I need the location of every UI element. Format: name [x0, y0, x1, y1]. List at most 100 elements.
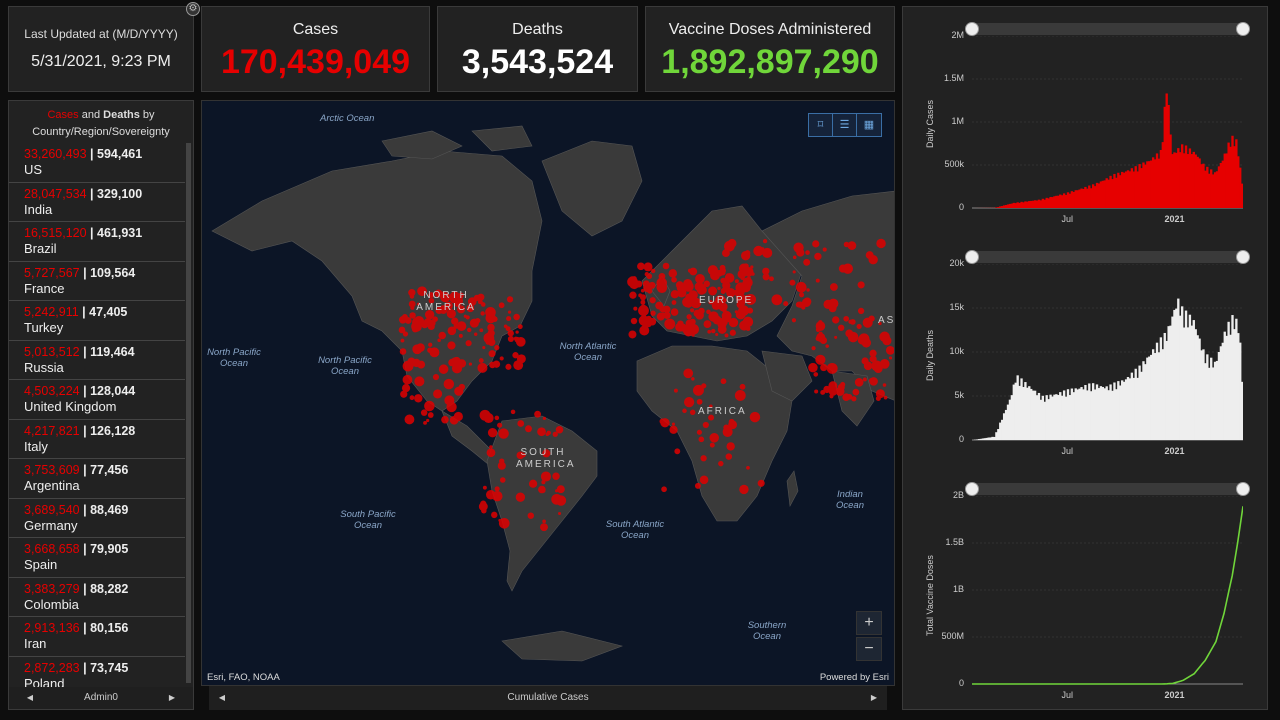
case-dot [673, 388, 678, 393]
list-item[interactable]: 4,503,224 | 128,044 United Kingdom [9, 380, 185, 420]
list-item[interactable]: 3,668,658 | 79,905 Spain [9, 538, 185, 578]
case-dot [482, 485, 487, 490]
case-dot [792, 255, 797, 260]
case-dot [498, 302, 505, 309]
case-dot [552, 472, 560, 480]
list-item[interactable]: 5,013,512 | 119,464 Russia [9, 341, 185, 380]
list-item[interactable]: 4,217,821 | 126,128 Italy [9, 420, 185, 459]
list-scrollbar[interactable] [186, 143, 191, 683]
legend-list-icon[interactable]: ☰ [833, 114, 857, 136]
case-dot [664, 318, 676, 330]
case-dot [451, 317, 459, 325]
slider-start-handle[interactable] [965, 22, 979, 36]
list-item-cases: 2,872,283 [24, 660, 80, 675]
list-item[interactable]: 2,872,283 | 73,745 Poland [9, 657, 185, 688]
chart-y-tick: 0 [958, 434, 964, 444]
case-dot [444, 395, 455, 406]
chart-y-axis-label: Daily Cases [925, 100, 935, 149]
world-map[interactable]: Arctic Ocean North Pacific Ocean North P… [201, 100, 895, 686]
slider-start-handle[interactable] [965, 250, 979, 264]
case-dot [556, 485, 565, 494]
powered-by-esri[interactable]: Powered by Esri [820, 672, 889, 683]
time-range-slider[interactable] [972, 483, 1243, 495]
time-range-slider[interactable] [972, 23, 1243, 35]
cases-title: Cases [292, 21, 339, 38]
country-list[interactable]: 33,260,493 | 594,461 US 28,047,534 | 329,1… [9, 143, 185, 687]
case-dot [675, 281, 684, 289]
case-dot [499, 458, 505, 464]
list-item-deaths: 73,745 [90, 660, 129, 675]
list-item[interactable]: 16,515,120 | 461,931 Brazil [9, 222, 185, 262]
case-dot [527, 512, 534, 519]
case-dot [404, 317, 412, 324]
case-dot [427, 347, 433, 353]
chart-3[interactable] [972, 496, 1243, 685]
case-dot [441, 415, 449, 424]
case-dot [649, 297, 656, 304]
list-item[interactable]: 28,047,534 | 329,100 India [9, 183, 185, 222]
list-item[interactable]: 3,689,540 | 88,469 Germany [9, 499, 185, 538]
time-range-slider[interactable] [972, 251, 1243, 263]
case-dot [723, 424, 730, 431]
list-item-deaths: 88,469 [90, 502, 129, 517]
list-item[interactable]: 3,753,609 | 77,456 Argentina [9, 459, 185, 499]
list-item[interactable]: 2,913,136 | 80,156 Iran [9, 617, 185, 657]
case-dot [699, 475, 709, 485]
slider-end-handle[interactable] [1236, 22, 1250, 36]
case-dot [671, 422, 675, 426]
case-dot [659, 418, 665, 425]
case-dot [741, 251, 751, 261]
case-dot [801, 298, 811, 307]
case-dot [541, 480, 546, 485]
case-dot [684, 279, 690, 285]
case-dot [432, 373, 440, 381]
zoom-in-button[interactable]: + [856, 611, 882, 635]
case-dot [869, 355, 877, 363]
zoom-out-button[interactable]: − [856, 637, 882, 661]
case-dot [725, 453, 733, 460]
list-item[interactable]: 5,242,911 | 47,405 Turkey [9, 301, 185, 341]
chart-y-axis-label: Daily Deaths [925, 329, 935, 381]
case-dot [693, 309, 701, 318]
basemap-gallery-icon[interactable]: ▦ [857, 114, 881, 136]
case-dot [480, 302, 486, 307]
bookmark-icon[interactable]: ⌑ [809, 114, 833, 136]
case-dot [832, 316, 840, 324]
case-dot [674, 448, 681, 455]
list-item[interactable]: 3,383,279 | 88,282 Colombia [9, 578, 185, 617]
list-item-name: Poland [24, 675, 65, 688]
case-dot [745, 287, 750, 292]
case-dot [638, 305, 649, 316]
list-item-values: 16,515,120 | 461,931 [24, 226, 143, 240]
map-next-arrow-icon[interactable]: ▶ [865, 687, 883, 709]
chart-y-tick: 5k [954, 390, 964, 400]
case-dot [498, 428, 509, 439]
case-dot [793, 242, 804, 253]
vaccine-title: Vaccine Doses Administered [668, 21, 872, 38]
list-item-values: 33,260,493 | 594,461 [24, 147, 143, 161]
case-dot [682, 408, 687, 414]
label-north-pacific-left: North Pacific Ocean [207, 347, 261, 369]
chart-2[interactable] [972, 264, 1243, 441]
slider-start-handle[interactable] [965, 482, 979, 496]
chart-x-tick: 2021 [1164, 446, 1185, 456]
case-dot [760, 247, 765, 251]
case-dot [715, 333, 719, 337]
case-dot [696, 398, 703, 405]
case-dot [843, 315, 849, 322]
settings-gear-icon[interactable]: ⚙ [186, 2, 200, 16]
case-dot [857, 281, 865, 289]
case-dot [644, 272, 650, 277]
slider-end-handle[interactable] [1236, 482, 1250, 496]
list-item[interactable]: 5,727,567 | 109,564 France [9, 262, 185, 301]
chart-1[interactable] [972, 36, 1243, 209]
case-dot [494, 486, 500, 492]
list-prev-arrow-icon[interactable]: ◀ [21, 687, 39, 709]
case-dot [688, 283, 693, 288]
case-dot [499, 356, 504, 361]
list-item[interactable]: 33,260,493 | 594,461 US [9, 143, 185, 183]
list-item-name: United Kingdom [24, 399, 117, 414]
map-prev-arrow-icon[interactable]: ◀ [213, 687, 231, 709]
list-next-arrow-icon[interactable]: ▶ [163, 687, 181, 709]
slider-end-handle[interactable] [1236, 250, 1250, 264]
